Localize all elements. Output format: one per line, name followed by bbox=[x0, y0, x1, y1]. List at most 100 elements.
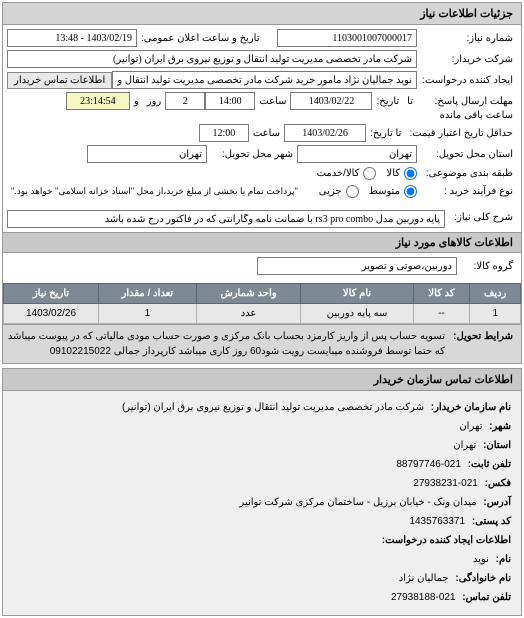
contact-phone-value: 021-88797746 bbox=[396, 459, 461, 470]
general-desc-row: شرح کلی نیاز: bbox=[3, 206, 521, 232]
province-label: استان محل تحویل: bbox=[417, 147, 517, 162]
contact-fax-row: فکس: 021-27938231 bbox=[13, 476, 511, 492]
service-radio-group: کالا/خدمت bbox=[315, 167, 377, 180]
main-panel: جزئیات اطلاعات نیاز شماره نیاز: تاریخ و … bbox=[2, 2, 522, 364]
day-label: روز bbox=[143, 96, 166, 107]
contact-tel-row: تلفن تماس: 021-27938188 bbox=[13, 590, 511, 606]
contact-phone-label: تلفن ثابت: bbox=[468, 459, 511, 470]
medium-radio-label: متوسط bbox=[369, 186, 400, 197]
contact-creator-header: اطلاعات ایجاد کننده درخواست: bbox=[13, 533, 511, 549]
requester-input[interactable] bbox=[112, 71, 417, 89]
buyer-org-label: شرکت خریدار: bbox=[417, 52, 517, 67]
contact-tel-label: تلفن تماس: bbox=[462, 592, 511, 603]
need-number-input[interactable] bbox=[277, 29, 417, 47]
th-qty: تعداد / مقدار bbox=[99, 284, 197, 304]
cell-unit: عدد bbox=[196, 304, 301, 324]
grouping-label: طبقه بندی موضوعی: bbox=[417, 166, 517, 181]
response-time-input[interactable] bbox=[205, 92, 255, 110]
contact-name-label: نام: bbox=[496, 554, 511, 565]
contact-tel-value: 021-27938188 bbox=[391, 592, 456, 603]
contact-lastname-row: نام خانوادگی: جمالیان نژاد bbox=[13, 571, 511, 587]
contact-buyer-button[interactable]: اطلاعات تماس خریدار bbox=[7, 72, 112, 89]
panel-header: جزئیات اطلاعات نیاز bbox=[3, 3, 521, 25]
city-input[interactable] bbox=[87, 145, 207, 163]
group-input[interactable] bbox=[257, 257, 457, 275]
contact-name-value: نوید bbox=[473, 554, 489, 565]
response-deadline-label: مهلت ارسال پاسخ: bbox=[417, 94, 517, 109]
process-note: "پرداخت تمام یا بخشی از مبلغ خرید،از محل… bbox=[7, 186, 302, 197]
contact-address-row: آدرس: میدان ونک - خیابان برزیل - ساختمان… bbox=[13, 495, 511, 511]
service-radio-label: کالا/خدمت bbox=[317, 168, 360, 179]
th-date: تاریخ نیاز bbox=[4, 284, 99, 304]
contact-postal-row: کد پستی: 1435763371 bbox=[13, 514, 511, 530]
th-row: ردیف bbox=[470, 284, 521, 304]
contact-province-label: استان: bbox=[483, 440, 511, 451]
remaining-time-input[interactable] bbox=[66, 92, 130, 110]
contact-panel: اطلاعات تماس سازمان خریدار نام سازمان خر… bbox=[2, 368, 522, 616]
contact-fax-label: فکس: bbox=[485, 478, 511, 489]
small-radio[interactable] bbox=[346, 185, 359, 198]
th-name: نام کالا bbox=[301, 284, 413, 304]
contact-org-label: نام سازمان خریدار: bbox=[431, 402, 511, 413]
requester-label: ایجاد کننده درخواست: bbox=[417, 73, 517, 88]
province-input[interactable] bbox=[297, 145, 417, 163]
contact-address-value: میدان ونک - خیابان برزیل - ساختمان مرکزی… bbox=[239, 497, 476, 508]
medium-radio[interactable] bbox=[404, 185, 417, 198]
goods-radio-group: کالا bbox=[384, 167, 417, 180]
contact-lastname-label: نام خانوادگی: bbox=[455, 573, 511, 584]
row-requester: ایجاد کننده درخواست: اطلاعات تماس خریدار bbox=[7, 71, 517, 89]
settlement-text: تسویه حساب پس از واریز کارمزد بحساب بانک… bbox=[7, 329, 445, 359]
cell-date: 1403/02/26 bbox=[4, 304, 99, 324]
contact-postal-value: 1435763371 bbox=[409, 516, 465, 527]
contact-city-label: شهر: bbox=[489, 421, 511, 432]
form-section: شماره نیاز: تاریخ و ساعت اعلان عمومی: شر… bbox=[3, 25, 521, 206]
announce-input[interactable] bbox=[7, 29, 137, 47]
remaining-days-input[interactable] bbox=[165, 92, 205, 110]
small-radio-group: جزیی bbox=[317, 185, 359, 198]
validity-date-input[interactable] bbox=[284, 124, 366, 142]
response-date-input[interactable] bbox=[290, 92, 372, 110]
contact-lastname-value: جمالیان نژاد bbox=[399, 573, 449, 584]
time-label-1: ساعت bbox=[255, 96, 290, 107]
date-label-1: تاریخ: bbox=[372, 96, 403, 107]
buyer-org-input[interactable] bbox=[7, 50, 417, 68]
goods-radio-label: کالا bbox=[386, 168, 400, 179]
need-number-label: شماره نیاز: bbox=[417, 31, 517, 46]
row-need-number: شماره نیاز: تاریخ و ساعت اعلان عمومی: bbox=[7, 29, 517, 47]
to-label-1: تا bbox=[403, 96, 417, 107]
city-label: شهر محل تحویل: bbox=[207, 147, 297, 162]
table-header-row: ردیف کد کالا نام کالا واحد شمارش تعداد /… bbox=[4, 284, 521, 304]
small-radio-label: جزیی bbox=[319, 186, 342, 197]
announce-label: تاریخ و ساعت اعلان عمومی: bbox=[137, 31, 264, 46]
group-label: گروه کالا: bbox=[457, 259, 517, 274]
and-label: و bbox=[130, 96, 143, 107]
goods-radio[interactable] bbox=[404, 167, 417, 180]
items-section-header: اطلاعات کالاهای مورد نیاز bbox=[3, 232, 521, 253]
row-location: استان محل تحویل: شهر محل تحویل: bbox=[7, 145, 517, 163]
contact-name-row: نام: نوید bbox=[13, 552, 511, 568]
contact-fax-value: 021-27938231 bbox=[413, 478, 478, 489]
cell-qty: 1 bbox=[99, 304, 197, 324]
row-buyer-org: شرکت خریدار: bbox=[7, 50, 517, 68]
row-response-deadline: مهلت ارسال پاسخ: تا تاریخ: ساعت روز و سا… bbox=[7, 92, 517, 121]
contact-phone-row: تلفن ثابت: 021-88797746 bbox=[13, 457, 511, 473]
row-group: گروه کالا: bbox=[3, 253, 521, 279]
contact-city-value: تهران bbox=[459, 421, 482, 432]
row-validity: حداقل تاریخ اعتبار قیمت: تا تاریخ: ساعت bbox=[7, 124, 517, 142]
items-table: ردیف کد کالا نام کالا واحد شمارش تعداد /… bbox=[3, 283, 521, 324]
contact-org-row: نام سازمان خریدار: شرکت مادر تخصصی مدیری… bbox=[13, 400, 511, 416]
cell-name: سه پایه دوربین bbox=[301, 304, 413, 324]
contact-address-label: آدرس: bbox=[483, 497, 511, 508]
service-radio[interactable] bbox=[363, 167, 376, 180]
validity-label: حداقل تاریخ اعتبار قیمت: bbox=[405, 126, 517, 141]
cell-code: -- bbox=[413, 304, 470, 324]
contact-province-value: تهران bbox=[453, 440, 476, 451]
contact-postal-label: کد پستی: bbox=[472, 516, 511, 527]
validity-time-input[interactable] bbox=[199, 124, 249, 142]
row-grouping: طبقه بندی موضوعی: کالا کالا/خدمت bbox=[7, 166, 517, 181]
table-row[interactable]: 1 -- سه پایه دوربین عدد 1 1403/02/26 bbox=[4, 304, 521, 324]
contact-org-value: شرکت مادر تخصصی مدیریت تولید انتقال و تو… bbox=[122, 402, 424, 413]
general-desc-input[interactable] bbox=[7, 210, 445, 228]
cell-row: 1 bbox=[470, 304, 521, 324]
row-process-type: نوع فرآیند خرید : متوسط جزیی "پرداخت تما… bbox=[7, 184, 517, 199]
